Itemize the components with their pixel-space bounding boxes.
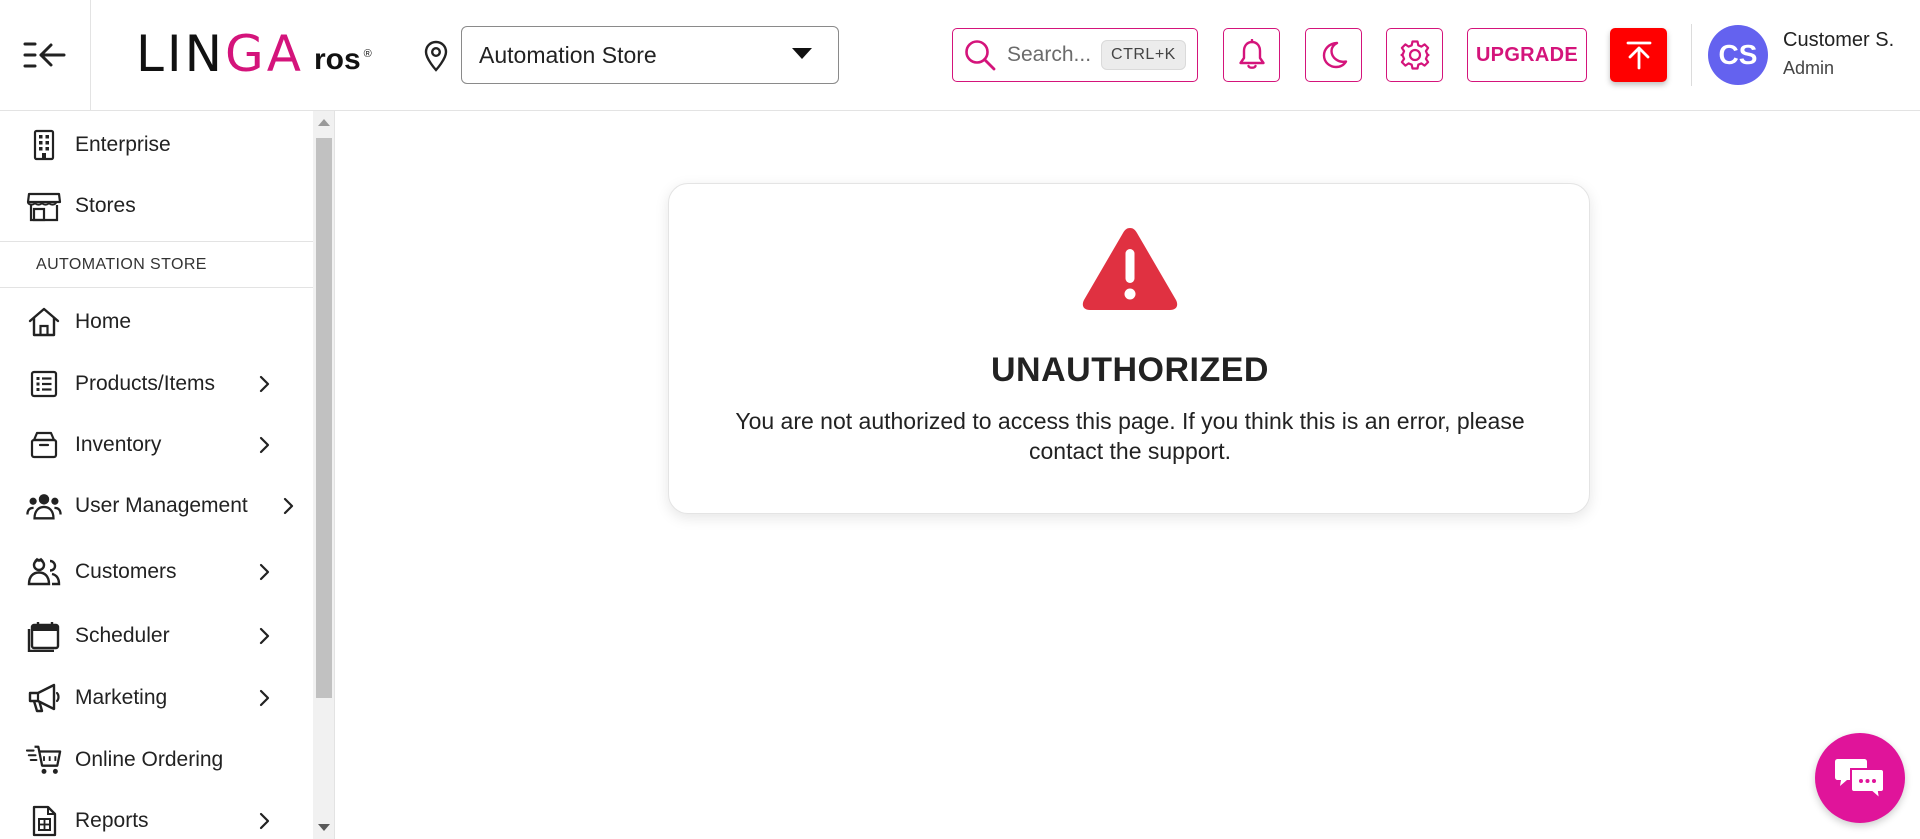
sidebar-item-label: User Management [75,494,248,517]
scrollbar-thumb[interactable] [316,138,332,698]
settings-button[interactable] [1386,28,1443,82]
error-title: UNAUTHORIZED [991,351,1269,389]
chevron-right-icon [259,625,273,647]
sidebar-divider [0,241,313,242]
calendar-icon [26,618,62,654]
logo-registered-mark: ® [363,48,372,60]
building-icon [26,127,62,163]
dark-mode-toggle[interactable] [1305,28,1362,82]
avatar[interactable]: CS [1708,25,1768,85]
moon-icon [1322,41,1347,69]
search-placeholder: Search... [1007,43,1092,66]
notifications-button[interactable] [1223,28,1280,82]
search-icon [965,40,996,71]
chevron-right-icon [259,561,273,583]
sidebar-section-title: AUTOMATION STORE [36,256,207,273]
logo-wordmark: LINGA [136,25,304,83]
upload-button[interactable] [1610,28,1667,82]
caret-down-icon [792,48,812,59]
top-header: LINGA ros ® Automation Store Search... C… [0,0,1920,111]
sidebar-item-label: Enterprise [75,133,171,156]
sidebar-item-inventory[interactable]: Inventory [0,418,313,472]
chevron-right-icon [259,810,273,832]
linga-logo[interactable]: LINGA ros ® [136,28,372,80]
sidebar-item-label: Stores [75,194,136,217]
home-icon [26,304,62,340]
megaphone-icon [26,680,62,716]
list-icon [26,366,62,402]
sidebar-divider [0,287,313,288]
header-divider [1691,24,1692,86]
user-name[interactable]: Customer S. [1783,29,1894,52]
sidebar-item-label: Reports [75,809,149,832]
sidebar-item-label: Products/Items [75,372,216,395]
gear-icon [1399,40,1430,70]
report-icon [26,803,62,839]
sidebar-item-label: Marketing [75,686,168,709]
upgrade-button[interactable]: UPGRADE [1467,28,1587,82]
chat-bubbles-icon [1835,759,1885,801]
sidebar-item-home[interactable]: Home [0,295,313,349]
user-role: Admin [1783,58,1835,78]
chat-support-button[interactable] [1815,733,1905,823]
sidebar-item-stores[interactable]: Stores [0,179,313,233]
chevron-right-icon [259,373,273,395]
warning-triangle-icon [1082,228,1178,310]
sidebar-item-scheduler[interactable]: Scheduler [0,609,313,663]
sidebar-item-marketing[interactable]: Marketing [0,671,313,725]
sidebar-item-label: Online Ordering [75,748,224,771]
sidebar-item-label: Inventory [75,433,162,456]
scroll-up-arrow-icon[interactable] [318,119,330,126]
chevron-right-icon [259,434,273,456]
sidebar-item-user-management[interactable]: User Management [0,479,313,533]
scroll-down-arrow-icon[interactable] [318,824,330,831]
chevron-right-icon [259,687,273,709]
sidebar-item-label: Scheduler [75,624,170,647]
search-button[interactable]: Search... CTRL+K [952,28,1198,82]
store-select-value: Automation Store [479,41,657,68]
sidebar-item-enterprise[interactable]: Enterprise [0,118,313,172]
users-icon [26,488,62,524]
store-icon [26,188,62,224]
sidebar-collapse-button[interactable] [0,0,91,110]
upload-arrow-icon [1626,41,1651,70]
error-message: You are not authorized to access this pa… [735,408,1525,464]
collapse-menu-icon [23,42,66,68]
sidebar-item-online-ordering[interactable]: Online Ordering [0,733,313,787]
error-card: UNAUTHORIZED You are not authorized to a… [668,183,1590,514]
sidebar: Enterprise Stores AUTOMATION STORE Home [0,111,313,839]
sidebar-scrollbar[interactable] [313,111,335,839]
customers-icon [26,554,62,590]
sidebar-item-reports[interactable]: Reports [0,794,313,839]
main-content: UNAUTHORIZED You are not authorized to a… [336,111,1920,839]
search-shortcut-badge: CTRL+K [1101,40,1186,70]
box-icon [26,427,62,463]
cart-icon [26,742,62,778]
chevron-right-icon [283,495,297,517]
store-select[interactable]: Automation Store [461,26,839,84]
bell-icon [1238,39,1265,69]
sidebar-item-label: Home [75,310,132,333]
location-pin-icon [424,40,448,72]
logo-suffix: ros [313,43,361,76]
sidebar-item-products-items[interactable]: Products/Items [0,357,313,411]
sidebar-item-customers[interactable]: Customers [0,545,313,599]
sidebar-item-label: Customers [75,560,177,583]
